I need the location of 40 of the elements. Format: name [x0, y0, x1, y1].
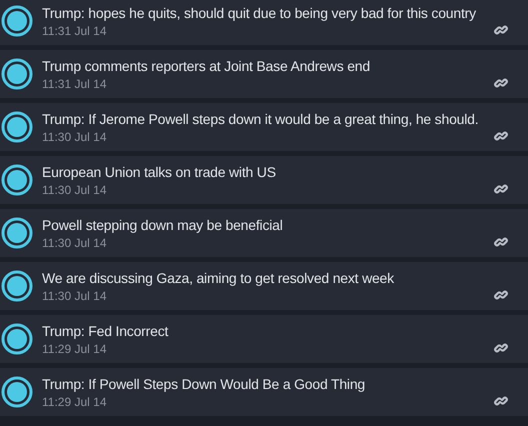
news-title: Trump: If Powell Steps Down Would Be a Good Thing	[42, 376, 365, 392]
news-item[interactable]: We are discussing Gaza, aiming to get resolved next week 11:30 Jul 14	[0, 262, 528, 310]
circle-icon	[1, 376, 33, 408]
link-icon[interactable]	[494, 76, 508, 90]
timestamp: 11:30 Jul 14	[42, 288, 106, 302]
link-icon[interactable]	[494, 394, 508, 408]
news-item[interactable]: Powell stepping down may be beneficial 11:30 Jul 14	[0, 209, 528, 257]
timestamp: 11:30 Jul 14	[42, 236, 106, 250]
circle-icon	[1, 323, 33, 355]
circle-icon	[1, 164, 33, 196]
news-title: We are discussing Gaza, aiming to get resolved next week	[42, 270, 394, 286]
news-title: Trump: hopes he quits, should quit due to being very bad for this country	[42, 4, 476, 20]
news-title: Trump: If Jerome Powell steps down it would be a great thing, he should.	[42, 110, 478, 126]
news-item[interactable]: Trump: Fed Incorrect 11:29 Jul 14	[0, 315, 528, 363]
news-item[interactable]: Trump: hopes he quits, should quit due to being very bad for this country 11:31 Jul 14	[0, 0, 528, 45]
circle-icon	[1, 58, 33, 90]
news-title: Trump comments reporters at Joint Base Andrews end	[42, 58, 370, 74]
link-icon[interactable]	[494, 288, 508, 302]
link-icon[interactable]	[494, 129, 508, 143]
circle-icon	[1, 270, 33, 302]
timestamp: 11:31 Jul 14	[42, 24, 106, 38]
link-icon[interactable]	[494, 235, 508, 249]
news-item[interactable]: Trump comments reporters at Joint Base Andrews end 11:31 Jul 14	[0, 50, 528, 98]
news-title: Powell stepping down may be beneficial	[42, 216, 283, 232]
news-item[interactable]: Trump: If Powell Steps Down Would Be a Good Thing 11:29 Jul 14	[0, 368, 528, 416]
timestamp: 11:29 Jul 14	[42, 342, 106, 356]
news-item[interactable]: European Union talks on trade with US 11:30 Jul 14	[0, 156, 528, 204]
circle-icon	[1, 111, 33, 143]
timestamp: 11:31 Jul 14	[42, 76, 106, 90]
link-icon[interactable]	[494, 182, 508, 196]
news-item[interactable]: Trump: If Jerome Powell steps down it would be a great thing, he should. 11:30 Jul 14	[0, 103, 528, 151]
link-icon[interactable]	[494, 341, 508, 355]
news-title: Trump: Fed Incorrect	[42, 322, 168, 338]
timestamp: 11:30 Jul 14	[42, 182, 106, 196]
timestamp: 11:30 Jul 14	[42, 130, 106, 144]
news-title: European Union talks on trade with US	[42, 164, 276, 180]
timestamp: 11:29 Jul 14	[42, 394, 106, 408]
circle-icon	[1, 5, 33, 37]
circle-icon	[1, 217, 33, 249]
link-icon[interactable]	[494, 23, 508, 37]
